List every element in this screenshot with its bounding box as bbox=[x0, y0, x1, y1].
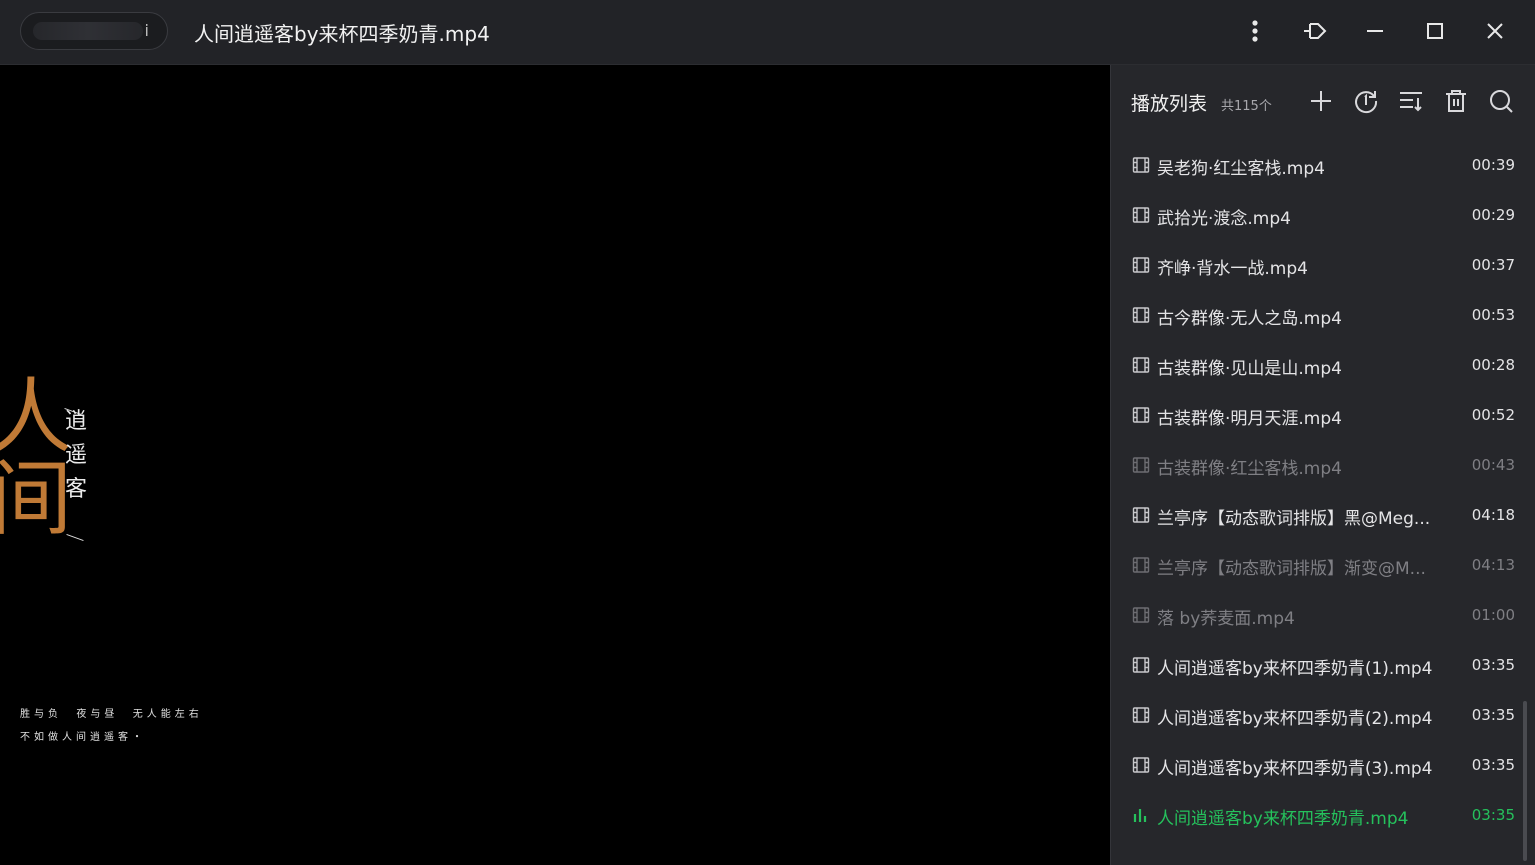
playlist-list: 齐静祝枫歌.mp400:56吴老狗·红尘客栈.mp400:39武拾光·渡念.mp… bbox=[1111, 106, 1523, 840]
playlist-item-duration: 04:13 bbox=[1471, 556, 1515, 574]
playlist-item-name: 人间逍遥客by来杯四季奶青(1).mp4 bbox=[1157, 659, 1433, 679]
title-bar: i 人间逍遥客by来杯四季奶青.mp4 bbox=[0, 0, 1535, 65]
playlist-item-name: 古装群像·红尘客栈.mp4 bbox=[1157, 459, 1342, 479]
playlist-header: 播放列表 共115个 bbox=[1111, 65, 1535, 135]
video-file-icon bbox=[1132, 656, 1150, 674]
video-file-icon bbox=[1132, 756, 1150, 774]
delete-icon[interactable] bbox=[1440, 85, 1472, 117]
close-icon[interactable] bbox=[1475, 12, 1515, 50]
playlist-item[interactable]: 武拾光·渡念.mp4 00:29 bbox=[1111, 190, 1523, 240]
playlist-item[interactable]: 古装群像·见山是山.mp4 00:28 bbox=[1111, 340, 1523, 390]
playlist-item-duration: 00:52 bbox=[1471, 406, 1515, 424]
video-file-icon bbox=[1132, 506, 1150, 524]
video-file-icon bbox=[1132, 256, 1150, 274]
playlist-item[interactable]: 人间逍遥客by来杯四季奶青(2).mp4 03:35 bbox=[1111, 690, 1523, 740]
video-file-icon bbox=[1132, 556, 1150, 574]
playlist-item-name: 齐峥·背水一战.mp4 bbox=[1157, 259, 1308, 279]
playlist-item-duration: 00:53 bbox=[1471, 306, 1515, 324]
playlist-item-duration: 03:35 bbox=[1471, 706, 1515, 724]
more-icon[interactable] bbox=[1235, 12, 1275, 50]
video-file-icon bbox=[1132, 706, 1150, 724]
playlist-item-name: 武拾光·渡念.mp4 bbox=[1157, 209, 1291, 229]
playlist-item-duration: 00:39 bbox=[1471, 156, 1515, 174]
loop-icon[interactable] bbox=[1350, 85, 1382, 117]
playlist-item-duration: 00:28 bbox=[1471, 356, 1515, 374]
video-viewport[interactable]: 人间 逍 遥 客 胜与负 夜与昼 无人能左右 不如做人间逍遥客・ bbox=[0, 65, 1110, 865]
playlist-item-name: 人间逍遥客by来杯四季奶青(2).mp4 bbox=[1157, 709, 1433, 729]
video-file-icon bbox=[1132, 406, 1150, 424]
minimize-icon[interactable] bbox=[1355, 12, 1395, 50]
video-vertical-text: 逍 遥 客 bbox=[64, 409, 87, 502]
maximize-icon[interactable] bbox=[1415, 12, 1455, 50]
playlist-item-name: 吴老狗·红尘客栈.mp4 bbox=[1157, 159, 1325, 179]
search-icon[interactable] bbox=[1485, 85, 1517, 117]
playlist-item-name: 兰亭序【动态歌词排版】渐变@M... bbox=[1157, 559, 1426, 579]
playlist-item-playing[interactable]: 人间逍遥客by来杯四季奶青.mp4 03:35 bbox=[1111, 790, 1523, 840]
video-file-icon bbox=[1132, 306, 1150, 324]
video-file-icon bbox=[1132, 456, 1150, 474]
playlist-item-duration: 00:29 bbox=[1471, 206, 1515, 224]
playlist-item-duration: 03:35 bbox=[1471, 656, 1515, 674]
playlist-item-name: 兰亭序【动态歌词排版】黑@Meg... bbox=[1157, 509, 1431, 529]
playlist-panel: 播放列表 共115个 齐静祝枫歌.mp400:56吴老狗·红尘客栈.mp400:… bbox=[1110, 65, 1535, 865]
playlist-item[interactable]: 人间逍遥客by来杯四季奶青(1).mp4 03:35 bbox=[1111, 640, 1523, 690]
playlist-title: 播放列表 bbox=[1131, 93, 1208, 115]
playlist-scrollbar[interactable] bbox=[1523, 701, 1527, 861]
playlist-item-name: 落 by荞麦面.mp4 bbox=[1157, 609, 1295, 629]
search-placeholder-blur bbox=[33, 22, 143, 40]
playlist-item[interactable]: 兰亭序【动态歌词排版】渐变@M... 04:13 bbox=[1111, 540, 1523, 590]
playlist-item[interactable]: 古装群像·红尘客栈.mp4 00:43 bbox=[1111, 440, 1523, 490]
search-box[interactable]: i bbox=[20, 12, 168, 50]
search-glyph: i bbox=[144, 21, 149, 40]
video-file-icon bbox=[1132, 356, 1150, 374]
add-icon[interactable] bbox=[1305, 85, 1337, 117]
playlist-item-name: 人间逍遥客by来杯四季奶青(3).mp4 bbox=[1157, 759, 1433, 779]
playlist-item[interactable]: 古装群像·明月天涯.mp4 00:52 bbox=[1111, 390, 1523, 440]
playlist-item-name: 人间逍遥客by来杯四季奶青.mp4 bbox=[1157, 809, 1409, 829]
sort-icon[interactable] bbox=[1395, 85, 1427, 117]
playlist-item-duration: 00:37 bbox=[1471, 256, 1515, 274]
playlist-item[interactable]: 齐峥·背水一战.mp4 00:37 bbox=[1111, 240, 1523, 290]
video-file-icon bbox=[1132, 206, 1150, 224]
playlist-item[interactable]: 人间逍遥客by来杯四季奶青(3).mp4 03:35 bbox=[1111, 740, 1523, 790]
playlist-item[interactable]: 兰亭序【动态歌词排版】黑@Meg... 04:18 bbox=[1111, 490, 1523, 540]
video-file-icon bbox=[1132, 156, 1150, 174]
now-playing-icon bbox=[1132, 806, 1150, 824]
playlist-item-duration: 00:43 bbox=[1471, 456, 1515, 474]
playlist-item[interactable]: 吴老狗·红尘客栈.mp4 00:39 bbox=[1111, 140, 1523, 190]
video-subtitle: 胜与负 夜与昼 无人能左右 不如做人间逍遥客・ bbox=[20, 709, 203, 743]
window-title: 人间逍遥客by来杯四季奶青.mp4 bbox=[194, 22, 490, 46]
playlist-item-name: 古装群像·见山是山.mp4 bbox=[1157, 359, 1342, 379]
playlist-item-name: 古装群像·明月天涯.mp4 bbox=[1157, 409, 1342, 429]
video-file-icon bbox=[1132, 606, 1150, 624]
playlist-item-duration: 04:18 bbox=[1471, 506, 1515, 524]
playlist-item[interactable]: 古今群像·无人之岛.mp4 00:53 bbox=[1111, 290, 1523, 340]
pin-icon[interactable] bbox=[1295, 12, 1335, 50]
playlist-item-duration: 03:35 bbox=[1471, 756, 1515, 774]
playlist-item-name: 古今群像·无人之岛.mp4 bbox=[1157, 309, 1342, 329]
playlist-count: 共115个 bbox=[1221, 99, 1272, 114]
playlist-item-duration: 03:35 bbox=[1471, 806, 1515, 824]
playlist-item[interactable]: 落 by荞麦面.mp4 01:00 bbox=[1111, 590, 1523, 640]
playlist-item-duration: 01:00 bbox=[1471, 606, 1515, 624]
